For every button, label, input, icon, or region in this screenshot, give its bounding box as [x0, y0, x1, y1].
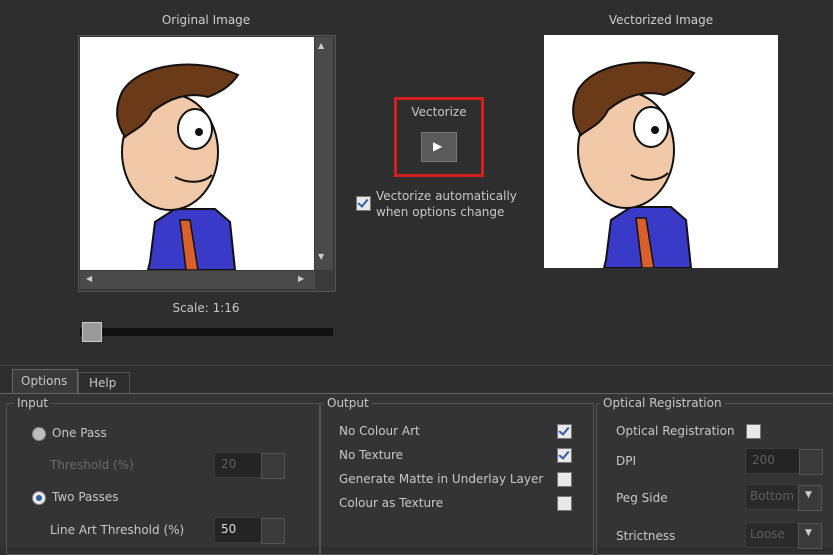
peg-side-dropdown[interactable]: ▼ — [798, 485, 822, 511]
scroll-down-icon[interactable]: ▼ — [318, 252, 324, 261]
original-image-viewer[interactable]: ▲ ▼ ◀ ▶ — [78, 35, 336, 292]
chevron-down-icon: ▼ — [805, 528, 812, 538]
horizontal-scrollbar[interactable]: ◀ ▶ — [80, 271, 315, 289]
vectorized-image-title: Vectorized Image — [608, 13, 714, 27]
strictness-label: Strictness — [616, 529, 676, 543]
tab-options[interactable]: Options — [12, 369, 78, 394]
character-illustration — [116, 63, 240, 270]
generate-matte-label: Generate Matte in Underlay Layer — [339, 472, 544, 486]
no-colour-art-checkbox[interactable] — [557, 424, 572, 439]
threshold-stepper[interactable] — [261, 453, 285, 479]
vertical-scrollbar[interactable]: ▲ ▼ — [315, 37, 333, 270]
one-pass-label: One Pass — [52, 426, 107, 440]
optical-registration-group-title: Optical Registration — [600, 396, 725, 410]
no-texture-checkbox[interactable] — [557, 448, 572, 463]
optical-registration-checkbox[interactable] — [746, 424, 761, 439]
tab-divider — [0, 365, 833, 366]
play-icon: ▶ — [433, 139, 443, 153]
colour-as-texture-checkbox[interactable] — [557, 496, 572, 511]
peg-side-select[interactable]: Bottom ▼ — [745, 484, 822, 511]
threshold-value: 20 — [221, 457, 237, 471]
strictness-select[interactable]: Loose ▼ — [745, 522, 822, 549]
tab-options-label: Options — [21, 374, 68, 388]
vectorize-label: Vectorize — [411, 105, 467, 119]
generate-matte-checkbox[interactable] — [557, 472, 572, 487]
one-pass-radio[interactable] — [32, 427, 46, 441]
output-group-title: Output — [324, 396, 372, 410]
threshold-label: Threshold (%) — [50, 458, 134, 472]
dpi-stepper[interactable] — [799, 449, 823, 475]
strictness-value: Loose — [750, 527, 785, 541]
vectorize-button[interactable]: ▶ — [421, 132, 457, 162]
original-image — [80, 37, 314, 270]
input-group-title: Input — [14, 396, 52, 410]
two-passes-label: Two Passes — [52, 490, 119, 504]
scale-slider[interactable] — [80, 322, 333, 342]
two-passes-radio[interactable] — [32, 491, 46, 505]
line-art-threshold-value: 50 — [221, 522, 237, 536]
threshold-spinbox[interactable]: 20 — [214, 452, 285, 479]
strictness-dropdown[interactable]: ▼ — [798, 523, 822, 549]
line-art-threshold-spinbox[interactable]: 50 — [214, 517, 285, 544]
scroll-up-icon[interactable]: ▲ — [318, 41, 324, 50]
auto-vectorize-label: Vectorize automatically when options cha… — [376, 189, 517, 219]
original-image-title: Original Image — [161, 13, 251, 27]
scroll-right-icon[interactable]: ▶ — [298, 274, 304, 283]
peg-side-value: Bottom — [750, 489, 795, 503]
optical-registration-label: Optical Registration — [616, 424, 735, 438]
peg-side-label: Peg Side — [616, 491, 668, 505]
auto-vectorize-checkbox[interactable] — [356, 196, 371, 211]
dpi-label: DPI — [616, 454, 637, 468]
scale-label: Scale: 1:16 — [172, 301, 240, 315]
line-art-threshold-label: Line Art Threshold (%) — [50, 523, 185, 537]
no-colour-art-label: No Colour Art — [339, 424, 420, 438]
chevron-down-icon: ▼ — [805, 490, 812, 500]
dpi-value: 200 — [752, 453, 775, 467]
no-texture-label: No Texture — [339, 448, 404, 462]
dpi-spinbox[interactable]: 200 — [745, 448, 823, 475]
colour-as-texture-label: Colour as Texture — [339, 496, 444, 510]
scale-slider-handle[interactable] — [82, 322, 102, 342]
vectorized-image — [544, 35, 778, 268]
radio-selected-dot — [36, 495, 42, 501]
scroll-left-icon[interactable]: ◀ — [86, 274, 92, 283]
tab-help-label: Help — [89, 376, 117, 390]
line-art-threshold-stepper[interactable] — [261, 518, 285, 544]
character-illustration — [572, 61, 696, 268]
tab-help[interactable]: Help — [78, 372, 130, 394]
